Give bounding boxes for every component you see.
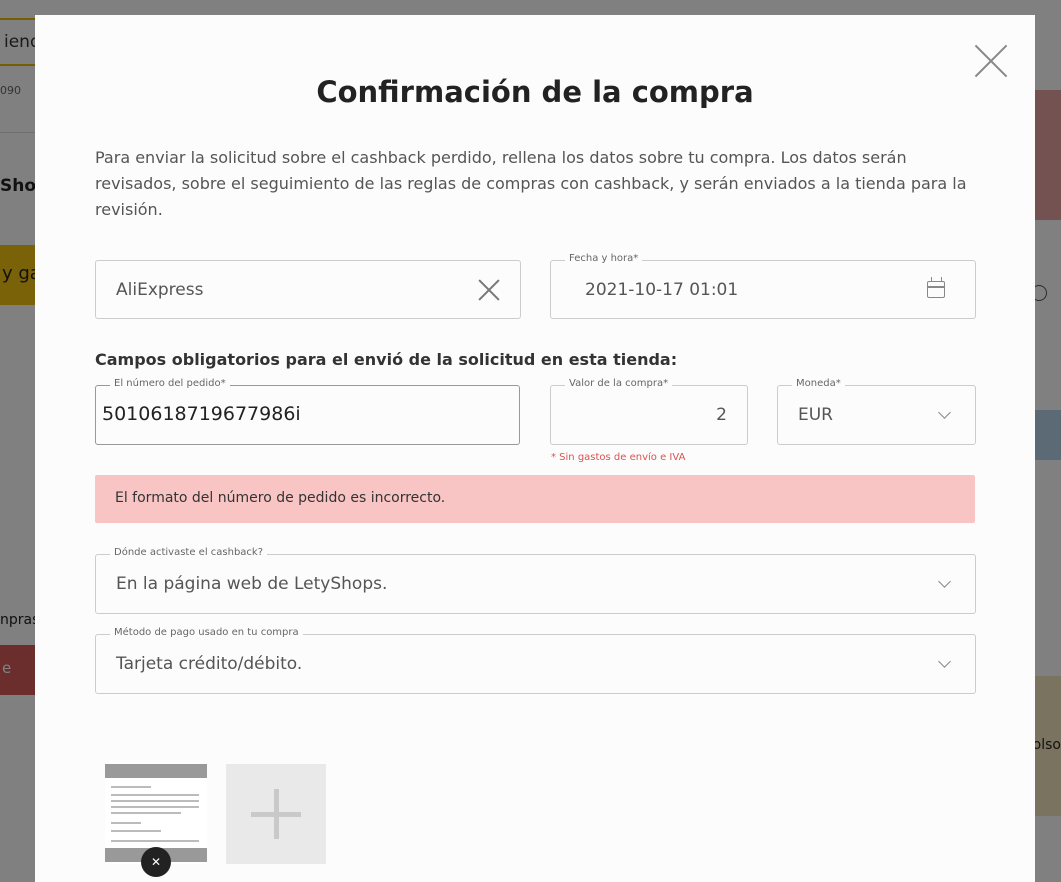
store-field[interactable]: AliExpress bbox=[95, 260, 521, 319]
thumb-line bbox=[111, 806, 199, 808]
add-photo-button[interactable] bbox=[226, 764, 326, 864]
chevron-down-icon bbox=[938, 575, 951, 588]
payment-method-value: Tarjeta crédito/débito. bbox=[116, 654, 303, 674]
cashback-source-value: En la página web de LetyShops. bbox=[116, 574, 388, 594]
required-fields-title: Campos obligatorios para el envió de la … bbox=[95, 350, 678, 369]
close-icon[interactable] bbox=[973, 43, 1009, 79]
calendar-icon[interactable] bbox=[927, 277, 945, 298]
thumb-line bbox=[111, 800, 199, 802]
currency-select[interactable]: Moneda* EUR bbox=[777, 378, 976, 445]
clear-icon[interactable] bbox=[478, 279, 500, 301]
datetime-value: 2021-10-17 01:01 bbox=[585, 280, 739, 300]
thumb-header-bar bbox=[105, 764, 207, 778]
thumb-line bbox=[111, 794, 199, 796]
shipping-hint: * Sin gastos de envío e IVA bbox=[551, 452, 686, 463]
payment-method-select[interactable]: Método de pago usado en tu compra Tarjet… bbox=[95, 627, 976, 694]
thumb-line bbox=[111, 830, 161, 832]
purchase-value-value: 2 bbox=[716, 405, 727, 425]
thumb-line bbox=[111, 812, 181, 814]
remove-image-icon[interactable]: ✕ bbox=[141, 847, 171, 877]
order-number-field[interactable]: El número del pedido* 5010618719677986i bbox=[95, 378, 520, 445]
background-blue-card bbox=[1031, 410, 1061, 460]
purchase-value-label: Valor de la compra* bbox=[565, 378, 673, 389]
thumb-line bbox=[111, 786, 151, 788]
currency-label: Moneda* bbox=[792, 378, 845, 389]
cashback-source-label: Dónde activaste el cashback? bbox=[110, 547, 268, 558]
chevron-down-icon bbox=[938, 655, 951, 668]
modal-intro-text: Para enviar la solicitud sobre el cashba… bbox=[95, 148, 967, 219]
currency-value: EUR bbox=[798, 405, 833, 425]
background-pink-card bbox=[1031, 90, 1061, 220]
store-value: AliExpress bbox=[116, 280, 204, 300]
thumb-line bbox=[111, 822, 141, 824]
background-right-text: olso bbox=[1032, 737, 1061, 753]
cashback-source-select[interactable]: Dónde activaste el cashback? En la págin… bbox=[95, 547, 976, 614]
order-number-value: 5010618719677986i bbox=[102, 403, 301, 425]
chevron-down-icon bbox=[938, 406, 951, 419]
background-compras-text: npras bbox=[0, 612, 40, 628]
payment-method-label: Método de pago usado en tu compra bbox=[110, 627, 303, 638]
background-small-text: 090 bbox=[0, 84, 21, 97]
error-message: El formato del número de pedido es incor… bbox=[95, 475, 975, 523]
datetime-label: Fecha y hora* bbox=[565, 253, 643, 264]
purchase-confirmation-modal: Confirmación de la compra Para enviar la… bbox=[35, 15, 1035, 882]
thumb-line bbox=[111, 840, 199, 842]
purchase-value-field[interactable]: Valor de la compra* 2 bbox=[550, 378, 748, 445]
modal-title: Confirmación de la compra bbox=[316, 75, 754, 109]
order-number-label: El número del pedido* bbox=[110, 378, 230, 389]
datetime-field[interactable]: Fecha y hora* 2021-10-17 01:01 bbox=[550, 253, 976, 319]
